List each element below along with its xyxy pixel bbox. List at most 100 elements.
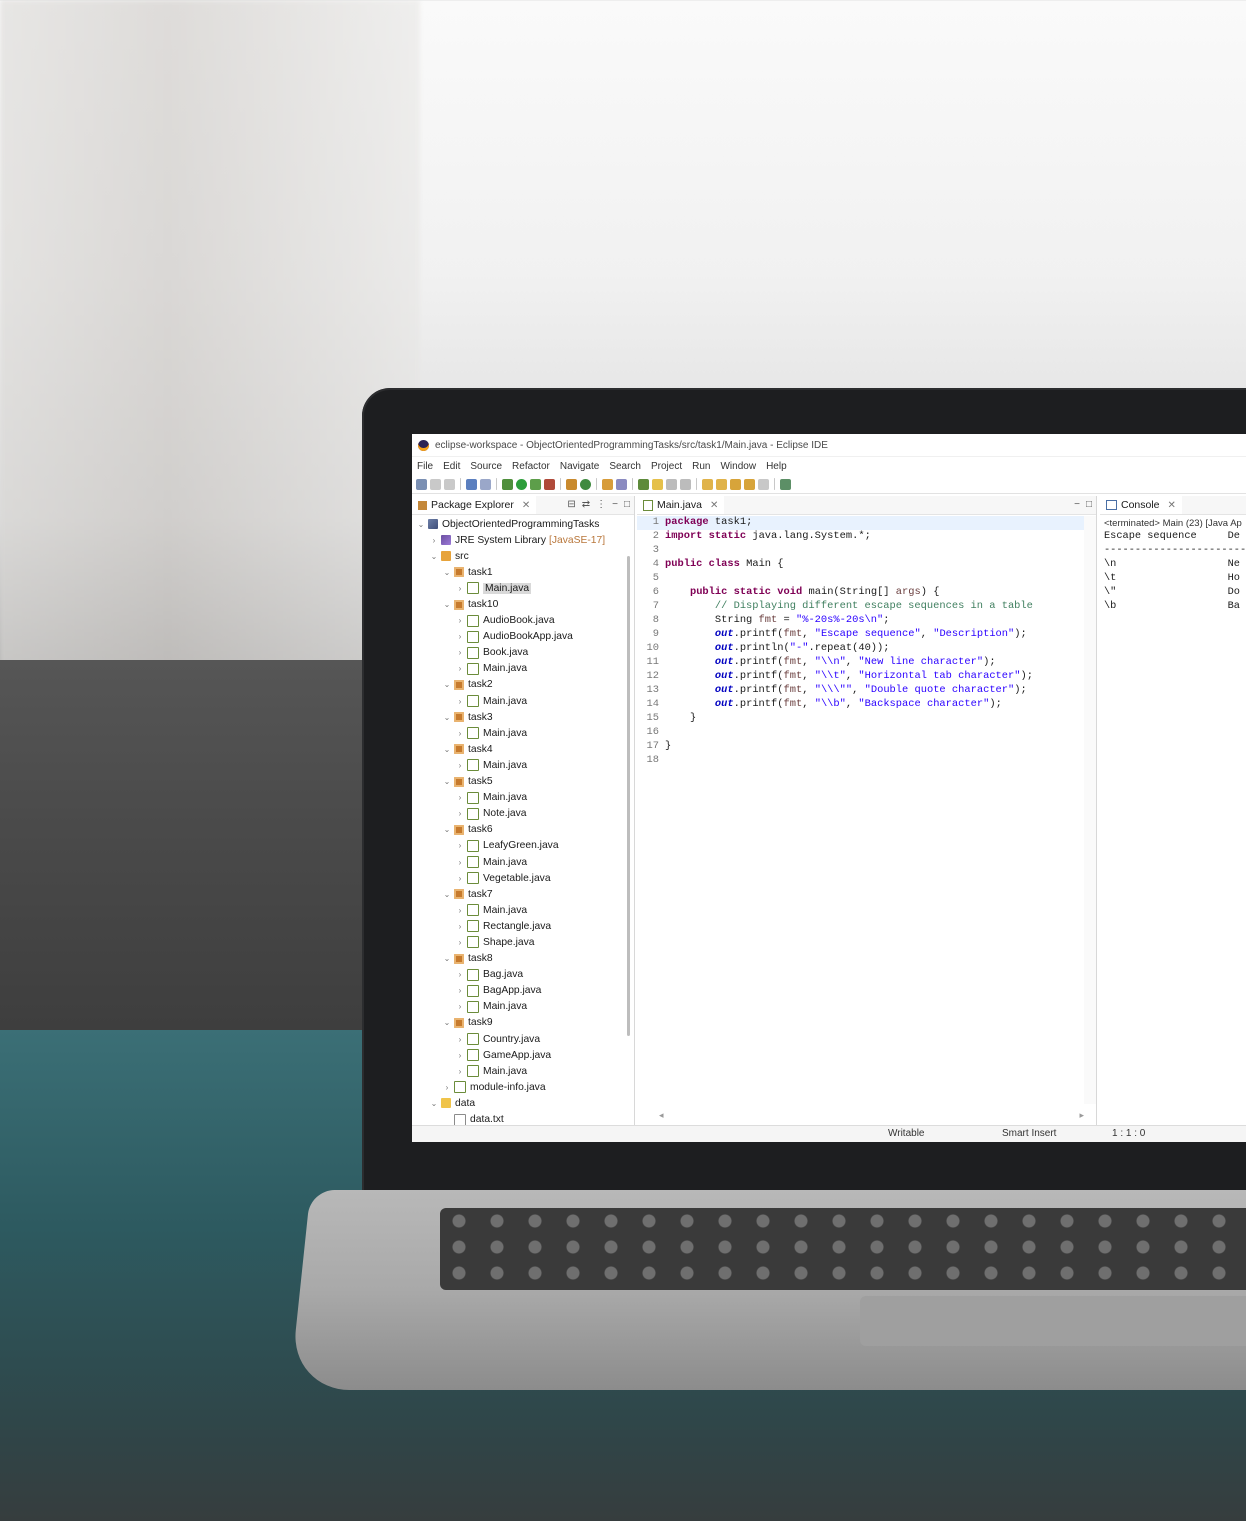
code-line[interactable]: 7 // Displaying different escape sequenc… [637,600,1096,614]
chevron-right-icon[interactable]: › [455,761,465,770]
tree-item[interactable]: ⌄ task7 [412,886,634,902]
console-output[interactable]: <terminated> Main (23) [Java Ap Escape s… [1104,516,1246,614]
save-all-icon[interactable] [444,478,455,490]
minimize-icon[interactable]: − [1074,499,1080,510]
block-selection-icon[interactable] [666,478,677,490]
coverage-icon[interactable] [530,478,541,490]
minimize-icon[interactable]: − [612,499,618,510]
new-class-icon[interactable] [580,478,591,490]
menu-search[interactable]: Search [609,461,641,472]
menu-project[interactable]: Project [651,461,682,472]
explorer-scrollbar[interactable] [627,556,630,1036]
run-icon[interactable] [516,478,527,490]
chevron-right-icon[interactable]: › [455,584,465,593]
chevron-right-icon[interactable]: › [455,648,465,657]
tree-item[interactable]: › Main.java [412,757,634,773]
tree-item[interactable]: ⌄ task2 [412,677,634,693]
editor-horizontal-scrollbar[interactable]: ◂ ▸ [659,1110,1084,1122]
terminal-icon[interactable] [466,478,477,490]
chevron-right-icon[interactable]: › [455,1067,465,1076]
tree-item[interactable]: ⌄ task6 [412,822,634,838]
chevron-down-icon[interactable]: ⌄ [442,600,452,609]
tree-item[interactable]: › Main.java [412,999,634,1015]
tree-item[interactable]: › Main.java [412,725,634,741]
tree-item[interactable]: › Main.java [412,693,634,709]
tree-item[interactable]: › AudioBookApp.java [412,629,634,645]
tree-item[interactable]: › BagApp.java [412,983,634,999]
scroll-left-icon[interactable]: ◂ [659,1110,664,1122]
tree-item[interactable]: › Main.java [412,902,634,918]
menu-edit[interactable]: Edit [443,461,460,472]
tree-item[interactable]: ⌄ ObjectOrientedProgrammingTasks [412,516,634,532]
new-package-icon[interactable] [566,478,577,490]
chevron-right-icon[interactable]: › [455,793,465,802]
code-line[interactable]: 15 } [637,712,1096,726]
forward-icon[interactable] [758,478,769,490]
code-line[interactable]: 5 [637,572,1096,586]
chevron-right-icon[interactable]: › [455,874,465,883]
chevron-down-icon[interactable]: ⌄ [416,520,426,529]
code-line[interactable]: 3 [637,544,1096,558]
tree-item[interactable]: ⌄ task9 [412,1015,634,1031]
chevron-down-icon[interactable]: ⌄ [442,890,452,899]
tree-item[interactable]: › Shape.java [412,934,634,950]
tree-item[interactable]: › Main.java [412,854,634,870]
tree-item[interactable]: › LeafyGreen.java [412,838,634,854]
chevron-down-icon[interactable]: ⌄ [429,1099,439,1108]
tree-item[interactable]: ⌄ src [412,548,634,564]
chevron-down-icon[interactable]: ⌄ [442,568,452,577]
tree-item[interactable]: › GameApp.java [412,1047,634,1063]
tree-item[interactable]: › AudioBook.java [412,613,634,629]
tree-item[interactable]: ⌄ task1 [412,564,634,580]
view-menu-icon[interactable]: ⋮ [596,499,606,510]
code-line[interactable]: 9 out .printf(fmt, "Escape sequence", "De… [637,628,1096,642]
tree-item[interactable]: ⌄ task3 [412,709,634,725]
tree-item[interactable]: › Book.java [412,645,634,661]
chevron-right-icon[interactable]: › [455,841,465,850]
whitespace-icon[interactable] [680,478,691,490]
chevron-right-icon[interactable]: › [442,1083,452,1092]
menu-run[interactable]: Run [692,461,710,472]
chevron-right-icon[interactable]: › [455,697,465,706]
code-line[interactable]: 2 import static java.lang.System.*; [637,530,1096,544]
chevron-right-icon[interactable]: › [455,632,465,641]
close-icon[interactable]: ✕ [1168,500,1176,511]
highlight-icon[interactable] [652,478,663,490]
tree-item[interactable]: ⌄ data [412,1095,634,1111]
tree-item[interactable]: › Vegetable.java [412,870,634,886]
chevron-right-icon[interactable]: › [429,536,439,545]
tab-main-java[interactable]: Main.java ✕ [637,496,725,514]
annotation-icon[interactable] [638,478,649,490]
code-line[interactable]: 14 out .printf(fmt, "\\b", "Backspace cha… [637,698,1096,712]
menu-file[interactable]: File [417,461,433,472]
tree-item[interactable]: › Main.java [412,790,634,806]
chevron-down-icon[interactable]: ⌄ [442,954,452,963]
tree-item[interactable]: › Main.java [412,580,634,596]
code-line[interactable]: 13 out .printf(fmt, "\\\"", "Double quote… [637,684,1096,698]
last-edit-icon[interactable] [730,478,741,490]
code-line[interactable]: 6 public static void main(String[] args)… [637,586,1096,600]
tree-item[interactable]: ⌄ task4 [412,741,634,757]
next-annotation-icon[interactable] [702,478,713,490]
tree-item[interactable]: ⌄ task10 [412,596,634,612]
new-icon[interactable] [416,478,427,490]
tree-item[interactable]: › Main.java [412,1063,634,1079]
collapse-all-icon[interactable]: ⊟ [567,499,575,510]
chevron-right-icon[interactable]: › [455,1002,465,1011]
code-editor[interactable]: 1 package task1; 2 import static java.lang.… [637,516,1096,1104]
chevron-right-icon[interactable]: › [455,858,465,867]
tree-item[interactable]: › Note.java [412,806,634,822]
tree-item[interactable]: data.txt [412,1111,634,1126]
code-line[interactable]: 1 package task1; [637,516,1096,530]
maximize-icon[interactable]: □ [1086,499,1092,510]
chevron-right-icon[interactable]: › [455,1051,465,1060]
menu-refactor[interactable]: Refactor [512,461,550,472]
tree-item[interactable]: › Rectangle.java [412,918,634,934]
chevron-down-icon[interactable]: ⌄ [442,825,452,834]
chevron-right-icon[interactable]: › [455,1035,465,1044]
menu-help[interactable]: Help [766,461,787,472]
chevron-right-icon[interactable]: › [455,922,465,931]
menu-navigate[interactable]: Navigate [560,461,599,472]
maximize-icon[interactable]: □ [624,499,630,510]
chevron-right-icon[interactable]: › [455,986,465,995]
